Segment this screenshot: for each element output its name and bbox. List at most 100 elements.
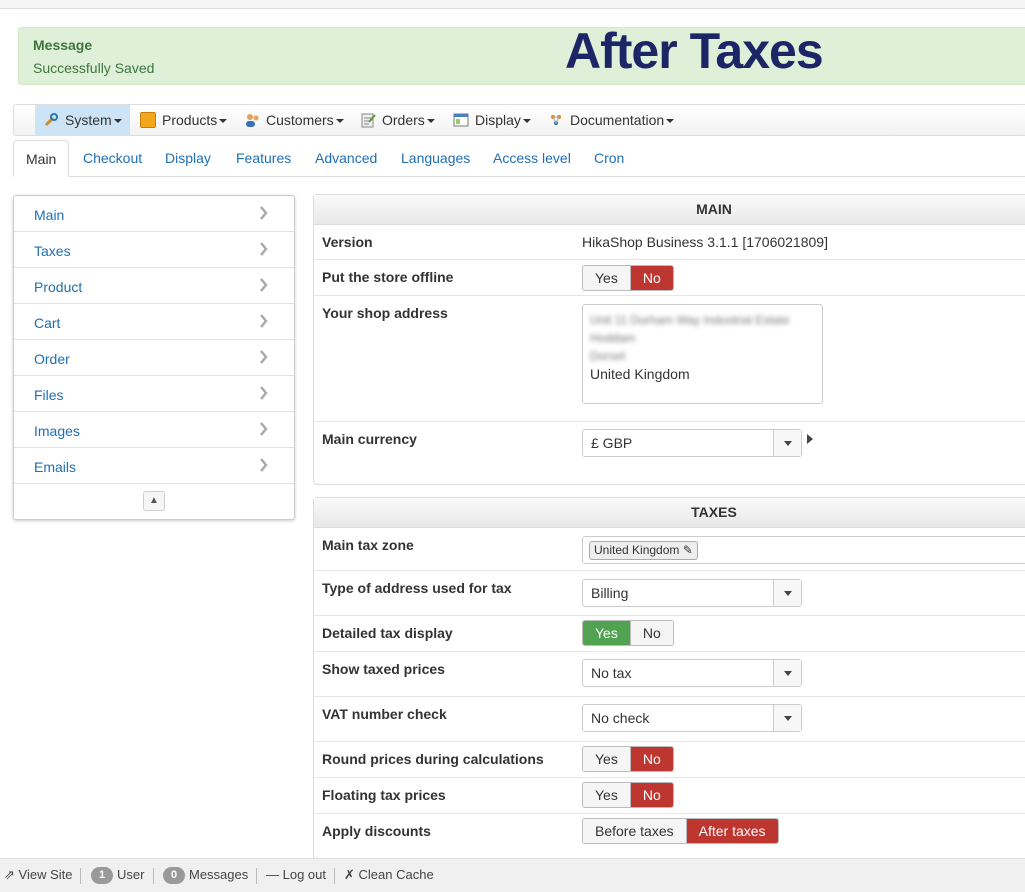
menu-customers-label: Customers bbox=[266, 112, 334, 128]
chevron-right-icon bbox=[260, 206, 268, 220]
floating-tax-label: Floating tax prices bbox=[322, 787, 446, 803]
clipboard-icon bbox=[360, 108, 376, 128]
currency-select[interactable]: £ GBP bbox=[582, 429, 802, 457]
currency-label: Main currency bbox=[322, 431, 417, 447]
round-prices-yes-button[interactable]: Yes bbox=[583, 747, 630, 771]
sidebar-item-taxes[interactable]: Taxes bbox=[14, 232, 294, 268]
clean-cache-label: Clean Cache bbox=[358, 867, 434, 882]
tab-cron[interactable]: Cron bbox=[594, 140, 624, 177]
messages-link[interactable]: 0 Messages bbox=[163, 867, 248, 884]
address-line-1: Unit 11 Durham Way Industrial Estate bbox=[590, 313, 790, 327]
messages-count-badge: 0 bbox=[163, 867, 185, 884]
view-site-label: View Site bbox=[18, 867, 73, 882]
tab-checkout[interactable]: Checkout bbox=[83, 140, 142, 177]
clean-cache-link[interactable]: ✗ Clean Cache bbox=[344, 867, 434, 883]
offline-no-button[interactable]: No bbox=[629, 266, 673, 290]
view-site-link[interactable]: ⇗ View Site bbox=[4, 867, 73, 883]
floating-tax-yes-button[interactable]: Yes bbox=[583, 783, 630, 807]
menu-display-label: Display bbox=[475, 112, 521, 128]
tax-zone-value: United Kingdom bbox=[594, 543, 680, 557]
main-panel: MAIN Version HikaShop Business 3.1.1 [17… bbox=[313, 194, 1025, 485]
sidebar-item-emails[interactable]: Emails bbox=[14, 448, 294, 484]
sidebar-item-label: Main bbox=[34, 207, 65, 223]
chevron-down-icon bbox=[773, 705, 801, 731]
detailed-tax-toggle: Yes No bbox=[582, 620, 674, 646]
chevron-right-icon bbox=[260, 422, 268, 436]
tab-access-level[interactable]: Access level bbox=[493, 140, 571, 177]
sidebar-item-label: Cart bbox=[34, 315, 61, 331]
address-type-select[interactable]: Billing bbox=[582, 579, 802, 607]
menu-system[interactable]: System bbox=[35, 105, 130, 135]
menu-display[interactable]: Display bbox=[445, 105, 535, 135]
sidebar-item-main[interactable]: Main bbox=[14, 196, 294, 232]
sidebar-item-order[interactable]: Order bbox=[14, 340, 294, 376]
pencil-icon[interactable]: ✎ bbox=[683, 543, 693, 557]
users-link[interactable]: 1 User bbox=[91, 867, 144, 884]
config-tabs: Main Checkout Display Features Advanced … bbox=[13, 140, 1025, 177]
tab-main[interactable]: Main bbox=[13, 140, 70, 177]
chevron-right-icon bbox=[260, 350, 268, 364]
vat-check-label: VAT number check bbox=[322, 706, 447, 722]
taxed-prices-row: Show taxed prices No tax bbox=[314, 652, 1025, 697]
menu-documentation[interactable]: Documentation bbox=[540, 105, 675, 135]
logout-label: Log out bbox=[282, 867, 326, 882]
address-label: Your shop address bbox=[322, 305, 448, 321]
sidebar-item-files[interactable]: Files bbox=[14, 376, 294, 412]
tax-zone-tag[interactable]: United Kingdom ✎ bbox=[589, 541, 698, 560]
sparkle-icon bbox=[548, 108, 564, 125]
before-taxes-button[interactable]: Before taxes bbox=[583, 819, 686, 843]
menu-orders[interactable]: Orders bbox=[352, 105, 442, 135]
tax-zone-row: Main tax zone United Kingdom ✎ bbox=[314, 528, 1025, 571]
offline-label: Put the store offline bbox=[322, 269, 454, 285]
status-footer: ⇗ View Site 1 User 0 Messages — Log out ✗ … bbox=[0, 858, 1025, 892]
chevron-right-icon bbox=[260, 242, 268, 256]
sidebar-footer: ▲ bbox=[14, 484, 294, 520]
taxes-panel-header: TAXES bbox=[314, 498, 1025, 528]
version-row: Version HikaShop Business 3.1.1 [1706021… bbox=[314, 225, 1025, 260]
detailed-tax-label: Detailed tax display bbox=[322, 625, 453, 641]
floating-tax-no-button[interactable]: No bbox=[629, 783, 673, 807]
address-line-2: Hoddam bbox=[590, 331, 636, 345]
floating-tax-row: Floating tax prices Yes No bbox=[314, 778, 1025, 814]
scroll-top-button[interactable]: ▲ bbox=[143, 491, 165, 511]
logout-link[interactable]: — Log out bbox=[266, 867, 326, 882]
tab-display[interactable]: Display bbox=[165, 140, 211, 177]
round-prices-no-button[interactable]: No bbox=[629, 747, 673, 771]
tab-advanced[interactable]: Advanced bbox=[315, 140, 377, 177]
detailed-tax-row: Detailed tax display Yes No bbox=[314, 616, 1025, 652]
chevron-down-icon bbox=[773, 430, 801, 456]
minus-icon: — bbox=[266, 867, 279, 882]
sidebar-item-product[interactable]: Product bbox=[14, 268, 294, 304]
taxed-prices-label: Show taxed prices bbox=[322, 661, 445, 677]
detailed-tax-no-button[interactable]: No bbox=[629, 621, 673, 645]
window-icon bbox=[453, 108, 469, 127]
round-prices-row: Round prices during calculations Yes No bbox=[314, 742, 1025, 778]
sidebar-item-label: Taxes bbox=[34, 243, 71, 259]
menu-documentation-label: Documentation bbox=[570, 112, 665, 128]
vat-check-row: VAT number check No check bbox=[314, 697, 1025, 742]
offline-yes-button[interactable]: Yes bbox=[583, 266, 630, 290]
main-panel-header: MAIN bbox=[314, 195, 1025, 225]
menu-products[interactable]: Products bbox=[132, 105, 232, 135]
sidebar-item-cart[interactable]: Cart bbox=[14, 304, 294, 340]
taxed-prices-select[interactable]: No tax bbox=[582, 659, 802, 687]
menu-customers[interactable]: Customers bbox=[236, 105, 346, 135]
vat-check-select[interactable]: No check bbox=[582, 704, 802, 732]
main-menu: System Products Customers Orders Display… bbox=[13, 104, 1025, 136]
after-taxes-button[interactable]: After taxes bbox=[685, 819, 778, 843]
tax-zone-input[interactable]: United Kingdom ✎ bbox=[582, 536, 1025, 564]
overlay-title: After Taxes bbox=[565, 23, 824, 79]
detailed-tax-yes-button[interactable]: Yes bbox=[583, 621, 630, 645]
address-country: United Kingdom bbox=[590, 366, 690, 382]
sidebar-item-images[interactable]: Images bbox=[14, 412, 294, 448]
tab-features[interactable]: Features bbox=[236, 140, 291, 177]
menu-products-label: Products bbox=[162, 112, 218, 128]
offline-row: Put the store offline Yes No bbox=[314, 260, 1025, 296]
user-count-badge: 1 bbox=[91, 867, 113, 884]
tab-languages[interactable]: Languages bbox=[401, 140, 470, 177]
shop-address-textarea[interactable]: Unit 11 Durham Way Industrial Estate Hod… bbox=[582, 304, 823, 404]
taxes-panel: TAXES Main tax zone United Kingdom ✎ Typ… bbox=[313, 497, 1025, 867]
currency-link-icon[interactable] bbox=[806, 433, 814, 445]
round-prices-label: Round prices during calculations bbox=[322, 751, 544, 767]
chevron-right-icon bbox=[260, 314, 268, 328]
